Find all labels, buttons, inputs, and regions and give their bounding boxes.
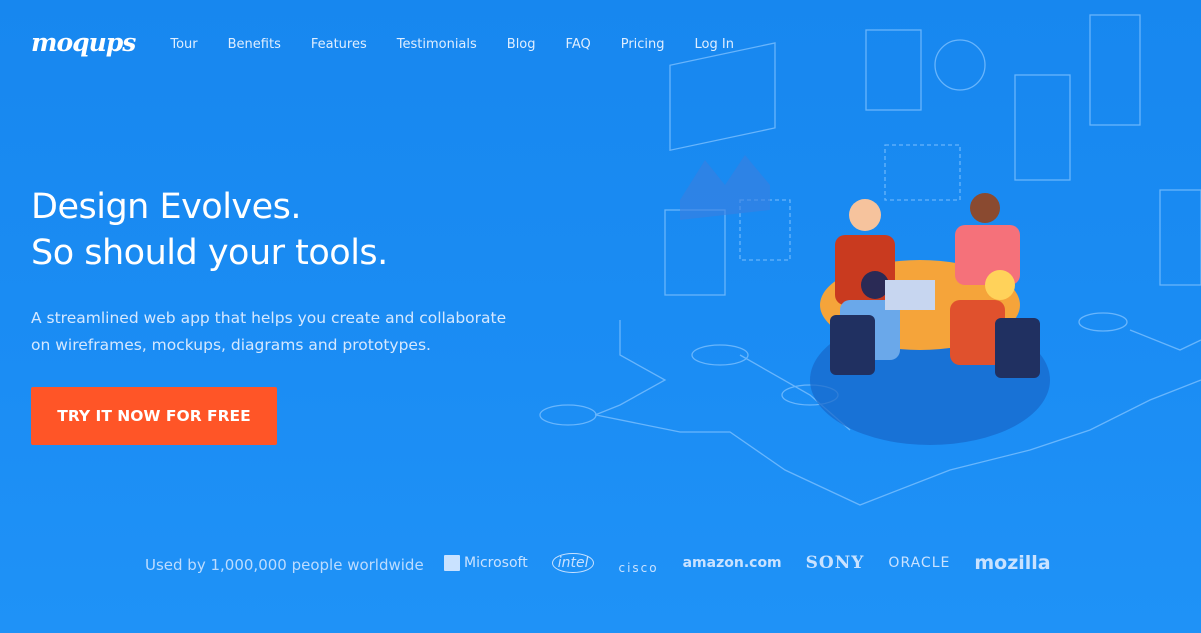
hero-title: Design Evolves. So should your tools. <box>31 187 388 273</box>
cisco-logo: cisco <box>618 561 659 575</box>
oracle-logo: ORACLE <box>888 555 951 571</box>
microsoft-logo: Microsoft <box>444 555 528 571</box>
client-logos: Microsoft intel cisco amazon.com SONY OR… <box>444 551 1051 575</box>
try-free-button[interactable]: TRY IT NOW FOR FREE <box>31 387 277 445</box>
social-proof-text: Used by 1,000,000 people worldwide <box>145 556 424 574</box>
amazon-logo: amazon.com <box>682 555 782 571</box>
nav-tour[interactable]: Tour <box>170 37 197 52</box>
nav-testimonials[interactable]: Testimonials <box>397 37 477 52</box>
mozilla-logo: mozilla <box>974 552 1051 574</box>
team-illustration <box>539 14 1201 506</box>
nav-features[interactable]: Features <box>311 37 367 52</box>
nav-benefits[interactable]: Benefits <box>228 37 281 52</box>
moqups-logo[interactable]: moqups <box>31 28 136 57</box>
intel-logo: intel <box>551 553 595 573</box>
hero-subtitle: A streamlined web app that helps you cre… <box>31 309 507 354</box>
sony-logo: SONY <box>805 553 865 573</box>
